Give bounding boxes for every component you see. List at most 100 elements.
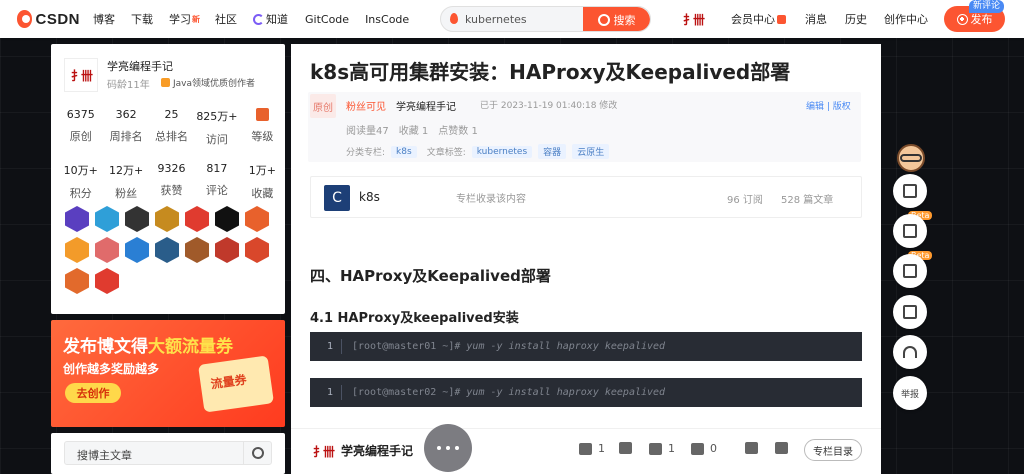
medal-badge-icon[interactable] <box>95 237 119 263</box>
creation-center-link[interactable]: 创作中心 <box>884 0 928 38</box>
tag-item[interactable]: 云原生 <box>572 144 610 159</box>
meta-author[interactable]: 学亮编程手记 <box>396 98 456 113</box>
stat-fans[interactable]: 12万+ 粉丝 <box>103 162 148 201</box>
code-block[interactable]: 1 [root@master01 ~]# yum -y install hapr… <box>310 332 862 361</box>
column-posts: 528 篇文章 <box>781 195 834 206</box>
stat-likes: 9326 获赞 <box>157 162 186 197</box>
coupon-illustration: 流量券 <box>198 355 274 413</box>
column-subs: 96 订阅 <box>727 195 763 206</box>
nav-item-blog[interactable]: 博客 <box>93 11 115 27</box>
nav-item-community[interactable]: 社区 <box>215 11 237 27</box>
original-badge: 原创 <box>310 94 336 118</box>
csdn-logo[interactable]: CSDN <box>17 10 80 28</box>
medal-badge-icon[interactable] <box>125 237 149 263</box>
tag-item[interactable]: kubernetes <box>471 145 533 158</box>
article-panel: k8s高可用集群安装：HAProxy及Keepalived部署 原创 粉丝可见 … <box>291 44 881 474</box>
stat-visits: 825万+ 访问 <box>196 110 238 146</box>
history-link[interactable]: 历史 <box>845 0 867 38</box>
section-heading: 四、HAProxy及Keepalived部署 <box>310 267 551 285</box>
edit-tool-button[interactable] <box>893 295 927 329</box>
headphones-icon <box>903 346 917 358</box>
medal-badge-icon[interactable] <box>185 237 209 263</box>
stat-original[interactable]: 6375 原创 <box>58 108 103 147</box>
modified-time: 已于 2023-11-19 01:40:18 修改 <box>480 101 618 111</box>
article-counters: 阅读量47 收藏 1 点赞数 1 <box>346 122 478 137</box>
chart-tool-button[interactable] <box>893 174 927 208</box>
favorite-count[interactable]: 收藏 1 <box>399 122 429 137</box>
dislike-button[interactable] <box>619 442 638 454</box>
medal-badge-icon[interactable] <box>65 206 89 232</box>
chart-icon <box>903 184 917 198</box>
stat-week-rank[interactable]: 362 周排名 <box>103 108 148 147</box>
search-icon[interactable] <box>243 441 271 465</box>
column-icon: C <box>324 185 350 211</box>
more-menu-button[interactable] <box>424 424 472 472</box>
medal-badge-icon[interactable] <box>185 206 209 232</box>
go-create-button[interactable]: 去创作 <box>65 383 121 403</box>
layout-icon <box>903 264 917 278</box>
line-number: 1 <box>310 339 342 354</box>
medal-badge-icon[interactable] <box>245 237 269 263</box>
medal-badge-icon[interactable] <box>65 268 89 294</box>
verified-icon <box>161 78 170 87</box>
column-card[interactable]: C k8s 专栏收录该内容 96 订阅 528 篇文章 <box>310 176 862 218</box>
column-desc: 专栏收录该内容 <box>456 194 526 205</box>
medal-badge-icon[interactable] <box>125 206 149 232</box>
medal-badge-icon[interactable] <box>245 206 269 232</box>
nav-item-inscode[interactable]: InsCode <box>365 13 409 26</box>
author-mini-avatar[interactable]: 扌卌 <box>311 441 335 461</box>
medal-badge-icon[interactable] <box>95 268 119 294</box>
like-count[interactable]: 点赞数 1 <box>438 122 478 137</box>
stat-total-rank[interactable]: 25 总排名 <box>149 108 194 147</box>
medal-badge-icon[interactable] <box>65 237 89 263</box>
comment-button[interactable]: 0 <box>691 442 717 455</box>
medal-badge-icon[interactable] <box>95 206 119 232</box>
medal-badge-icon[interactable] <box>215 237 239 263</box>
search-input[interactable]: kubernetes <box>465 13 527 26</box>
column-label: 分类专栏: <box>346 148 386 158</box>
medal-badge-icon[interactable] <box>155 206 179 232</box>
blog-search-input[interactable]: 搜博主文章 <box>64 441 272 465</box>
support-button[interactable] <box>893 335 927 369</box>
stat-favorites: 1万+ 收藏 <box>248 164 276 200</box>
plus-icon <box>956 13 968 25</box>
author-avatar[interactable]: 扌卌 <box>64 58 98 92</box>
tag-item[interactable]: 容器 <box>538 144 567 159</box>
column-directory-button[interactable]: 专栏目录 <box>804 439 862 461</box>
report-label: 举报 <box>900 389 919 400</box>
toolbar-author-name[interactable]: 学亮编程手记 <box>341 442 413 459</box>
edit-copyright[interactable]: 编辑 | 版权 <box>806 99 851 112</box>
share-icon <box>745 442 758 454</box>
medal-badge-icon[interactable] <box>155 237 179 263</box>
layout-tool-button[interactable] <box>893 254 927 288</box>
user-avatar[interactable]: 扌卌 <box>679 8 707 30</box>
nav-item-download[interactable]: 下载 <box>131 11 153 27</box>
nav-item-gitcode[interactable]: GitCode <box>305 13 349 26</box>
nav-item-zhidao[interactable]: 知道 <box>253 11 288 27</box>
main-nav: 博客 下载 学习新 社区 知道 GitCode InsCode <box>80 0 409 38</box>
search-button[interactable]: 搜索 <box>583 7 650 31</box>
report-button[interactable]: 举报 <box>893 376 927 410</box>
favorite-button[interactable]: 1 <box>649 442 675 455</box>
author-name[interactable]: 学亮编程手记 <box>107 58 173 74</box>
promo-banner[interactable]: 发布博文得大额流量券 创作越多奖励越多 去创作 流量券 <box>51 320 285 427</box>
pdf-icon <box>775 442 788 454</box>
like-button[interactable]: 1 <box>579 442 605 455</box>
nav-item-learn[interactable]: 学习新 <box>169 11 200 27</box>
hot-flame-icon <box>450 13 458 24</box>
share-button[interactable] <box>745 442 764 454</box>
code-age: 码龄11年 <box>107 80 150 91</box>
column-name[interactable]: k8s <box>359 190 380 204</box>
code-block[interactable]: 1 [root@master02 ~]# yum -y install hapr… <box>310 378 862 407</box>
column-tag[interactable]: k8s <box>391 145 417 158</box>
medal-badge-icon[interactable] <box>215 206 239 232</box>
messages-link[interactable]: 消息 <box>805 0 827 38</box>
comment-icon <box>691 442 704 455</box>
member-center-link[interactable]: 会员中心 <box>731 0 786 38</box>
csdn-logo-icon <box>17 10 33 28</box>
stat-points: 10万+ 积分 <box>63 164 98 200</box>
pdf-button[interactable] <box>775 442 794 454</box>
doc-tool-button[interactable] <box>893 214 927 248</box>
new-comment-badge[interactable]: 新评论 <box>969 0 1005 13</box>
stat-level[interactable]: 等级 <box>240 108 285 147</box>
